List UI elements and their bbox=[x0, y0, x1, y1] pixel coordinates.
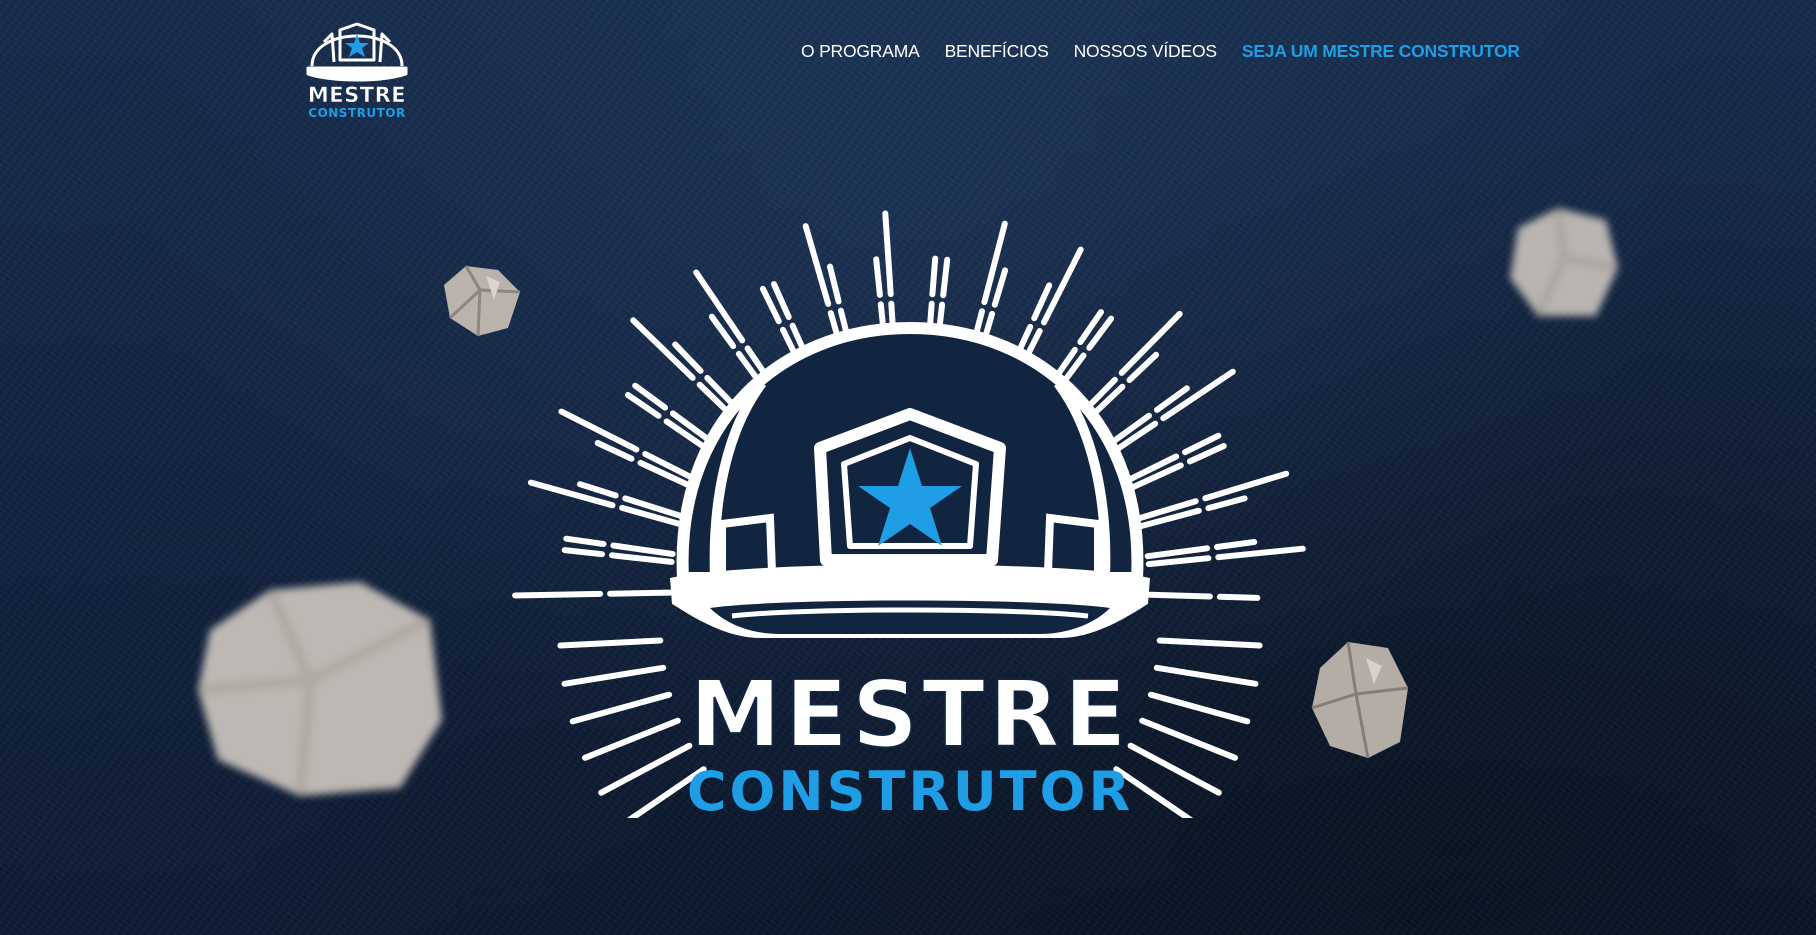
sunburst-ray bbox=[610, 542, 676, 557]
nav-item-nossos-videos[interactable]: NOSSOS VÍDEOS bbox=[1074, 40, 1217, 62]
sunburst-ray bbox=[1216, 593, 1261, 601]
sunburst-ray bbox=[557, 637, 664, 649]
sunburst-ray bbox=[1139, 717, 1238, 761]
nav-item-seja-um-mestre-construtor[interactable]: SEJA UM MESTRE CONSTRUTOR bbox=[1242, 40, 1520, 62]
sunburst-ray bbox=[577, 481, 619, 499]
sunburst-ray bbox=[873, 256, 883, 298]
sunburst-ray bbox=[1156, 637, 1263, 649]
header-logo-link[interactable]: MESTRE CONSTRUTOR bbox=[302, 6, 412, 120]
sunburst-ray bbox=[1144, 545, 1211, 560]
helmet-icon bbox=[670, 322, 1150, 638]
sunburst-ray bbox=[1205, 495, 1248, 512]
blurred-rock-bottom-left-image bbox=[197, 582, 442, 797]
sunburst-ray bbox=[940, 256, 951, 299]
sunburst-ray bbox=[569, 691, 673, 725]
hero-helmet-logo-icon: MESTRE CONSTRUTOR bbox=[512, 210, 1306, 829]
blurred-rock-top-right-image bbox=[1510, 207, 1619, 318]
hero-logo: MESTRE CONSTRUTOR bbox=[500, 168, 1320, 829]
sunburst-ray bbox=[527, 479, 616, 509]
rock-bottom-right-image bbox=[1311, 641, 1409, 759]
sunburst-ray bbox=[929, 255, 939, 298]
sunburst-ray bbox=[561, 547, 605, 558]
sunburst-ray bbox=[609, 552, 675, 565]
nav-item-beneficios[interactable]: BENEFÍCIOS bbox=[945, 40, 1049, 62]
main-nav: O PROGRAMA BENEFÍCIOS NOSSOS VÍDEOS SEJA… bbox=[801, 40, 1520, 62]
hero-title-line2: CONSTRUTOR bbox=[687, 760, 1133, 818]
sunburst-ray bbox=[1145, 555, 1212, 568]
nav-item-o-programa[interactable]: O PROGRAMA bbox=[801, 40, 920, 62]
sunburst-ray bbox=[1147, 691, 1251, 725]
sunburst-ray bbox=[561, 664, 667, 687]
sunburst-ray bbox=[827, 263, 842, 305]
sunburst-ray bbox=[802, 223, 832, 307]
sunburst-ray bbox=[1118, 310, 1183, 376]
sunburst-ray bbox=[1146, 591, 1213, 600]
sunburst-ray bbox=[1153, 664, 1259, 687]
sunburst-ray bbox=[1215, 545, 1306, 561]
sunburst-ray bbox=[1214, 539, 1258, 550]
sunburst-ray bbox=[563, 535, 607, 547]
header-logo-line2: CONSTRUTOR bbox=[308, 106, 406, 118]
sunburst-ray bbox=[882, 210, 894, 298]
sunburst-ray bbox=[582, 717, 681, 761]
header-helmet-logo-icon: MESTRE CONSTRUTOR bbox=[306, 22, 408, 120]
header-logo-line1: MESTRE bbox=[308, 83, 406, 107]
sunburst-ray bbox=[607, 589, 673, 597]
hero-title-line1: MESTRE bbox=[689, 661, 1130, 768]
sunburst-ray bbox=[512, 590, 604, 599]
sunburst-ray bbox=[1202, 470, 1290, 502]
sunburst-ray bbox=[991, 267, 1009, 308]
